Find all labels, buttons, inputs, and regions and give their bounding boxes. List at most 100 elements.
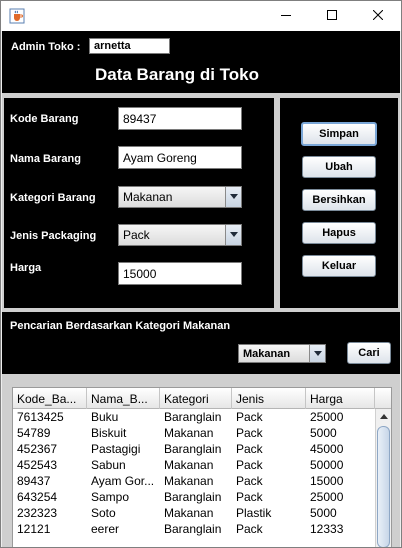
admin-label: Admin Toko :	[11, 41, 81, 53]
table-cell: 5000	[310, 506, 337, 520]
column-header[interactable]: Harga	[306, 388, 375, 409]
table-cell: Pack	[236, 474, 263, 488]
column-header[interactable]: Kode_Ba...	[13, 388, 87, 409]
kategori-barang-value: Makanan	[123, 190, 173, 204]
table-row[interactable]: 232323 Soto Makanan Plastik 5000	[13, 505, 375, 521]
simpan-button[interactable]: Simpan	[301, 122, 377, 146]
column-header-filler	[375, 388, 391, 409]
close-icon	[372, 7, 384, 25]
table-cell: 7613425	[17, 410, 64, 424]
hapus-button[interactable]: Hapus	[302, 222, 376, 244]
maximize-button[interactable]	[309, 1, 355, 31]
nama-barang-label: Nama Barang	[10, 153, 81, 165]
table-cell: Pack	[236, 522, 263, 536]
column-header[interactable]: Kategori	[160, 388, 232, 409]
close-button[interactable]	[355, 1, 401, 31]
table-cell: Makanan	[164, 426, 214, 440]
page-title: Data Barang di Toko	[94, 65, 260, 84]
keluar-button[interactable]: Keluar	[302, 255, 376, 277]
search-category-select[interactable]: Makanan	[238, 344, 326, 363]
table-cell: 45000	[310, 442, 344, 456]
minimize-button[interactable]	[263, 1, 309, 31]
table-cell: Pack	[236, 442, 263, 456]
table-body: 7613425 Buku Baranglain Pack 25000 54789 Bisk…	[13, 409, 375, 537]
table-cell: Pack	[236, 426, 263, 440]
table-cell: 12121	[17, 522, 51, 536]
table-cell: 232323	[17, 506, 58, 520]
search-label: Pencarian Berdasarkan Kategori Makanan	[10, 320, 231, 332]
table-cell: 50000	[310, 458, 344, 472]
table-cell: 15000	[310, 474, 344, 488]
java-cup-icon	[9, 8, 25, 24]
title-bar	[1, 1, 401, 31]
table-cell: Buku	[91, 410, 119, 424]
table-cell: Makanan	[164, 506, 214, 520]
chevron-down-icon	[225, 225, 241, 245]
kategori-barang-label: Kategori Barang	[10, 192, 96, 204]
products-table: Kode_Ba... Nama_B... Kategori Jenis Harg…	[12, 387, 392, 547]
scrollbar-thumb[interactable]	[377, 426, 390, 547]
table-cell: Pack	[236, 410, 263, 424]
table-cell: Biskuit	[91, 426, 127, 440]
header-panel: Admin Toko : arnetta Data Barang di Toko	[2, 31, 400, 93]
table-cell: 25000	[310, 490, 344, 504]
table-cell: Soto	[91, 506, 116, 520]
table-cell: Makanan	[164, 458, 214, 472]
table-header: Kode_Ba... Nama_B... Kategori Jenis Harg…	[13, 388, 391, 409]
cari-button[interactable]: Cari	[347, 342, 391, 364]
table-row[interactable]: 89437 Ayam Gor... Makanan Pack 15000	[13, 473, 375, 489]
table-cell: 25000	[310, 410, 344, 424]
harga-field[interactable]: 15000	[118, 262, 242, 285]
table-cell: 5000	[310, 426, 337, 440]
column-header[interactable]: Nama_B...	[87, 388, 160, 409]
table-cell: Ayam Gor...	[91, 474, 155, 488]
table-cell: Sabun	[91, 458, 126, 472]
table-row[interactable]: 12121 eerer Baranglain Pack 12333	[13, 521, 375, 537]
nama-barang-field[interactable]: Ayam Goreng	[118, 146, 242, 169]
table-cell: Plastik	[236, 506, 272, 520]
table-cell: Baranglain	[164, 490, 222, 504]
maximize-icon	[327, 7, 337, 25]
search-panel: Pencarian Berdasarkan Kategori Makanan M…	[2, 312, 400, 374]
ubah-button[interactable]: Ubah	[302, 156, 376, 178]
table-cell: Baranglain	[164, 442, 222, 456]
kode-barang-label: Kode Barang	[10, 113, 79, 125]
table-cell: 452543	[17, 458, 58, 472]
kategori-barang-select[interactable]: Makanan	[118, 186, 242, 208]
table-cell: Sampo	[91, 490, 130, 504]
table-row[interactable]: 643254 Sampo Baranglain Pack 25000	[13, 489, 375, 505]
table-cell: 452367	[17, 442, 58, 456]
table-cell: 89437	[17, 474, 51, 488]
table-cell: 643254	[17, 490, 58, 504]
table-row[interactable]: 452543 Sabun Makanan Pack 50000	[13, 457, 375, 473]
scroll-up-icon[interactable]	[376, 410, 391, 424]
table-cell: 12333	[310, 522, 344, 536]
table-cell: Pack	[236, 458, 263, 472]
jenis-packaging-label: Jenis Packaging	[10, 230, 97, 242]
table-row[interactable]: 452367 Pastagigi Baranglain Pack 45000	[13, 441, 375, 457]
table-cell: Baranglain	[164, 410, 222, 424]
jenis-packaging-select[interactable]: Pack	[118, 224, 242, 246]
jenis-packaging-value: Pack	[123, 228, 150, 242]
column-header[interactable]: Jenis	[232, 388, 306, 409]
admin-field[interactable]: arnetta	[89, 38, 170, 54]
kode-barang-field[interactable]: 89437	[118, 107, 242, 130]
table-cell: Pastagigi	[91, 442, 141, 456]
table-row[interactable]: 7613425 Buku Baranglain Pack 25000	[13, 409, 375, 425]
table-cell: Makanan	[164, 474, 214, 488]
actions-panel: Simpan Ubah Bersihkan Hapus Keluar	[280, 98, 398, 308]
form-panel: Kode Barang 89437 Nama Barang Ayam Goren…	[4, 98, 274, 308]
search-category-value: Makanan	[243, 347, 291, 360]
table-cell: 54789	[17, 426, 51, 440]
minimize-icon	[281, 7, 291, 25]
app-window: Admin Toko : arnetta Data Barang di Toko…	[0, 0, 402, 548]
table-cell: Pack	[236, 490, 263, 504]
table-row[interactable]: 54789 Biskuit Makanan Pack 5000	[13, 425, 375, 441]
harga-label: Harga	[10, 262, 42, 274]
chevron-down-icon	[309, 345, 325, 362]
chevron-down-icon	[225, 187, 241, 207]
table-cell: Baranglain	[164, 522, 222, 536]
bersihkan-button[interactable]: Bersihkan	[302, 189, 376, 211]
table-cell: eerer	[91, 522, 120, 536]
vertical-scrollbar[interactable]	[375, 409, 391, 547]
